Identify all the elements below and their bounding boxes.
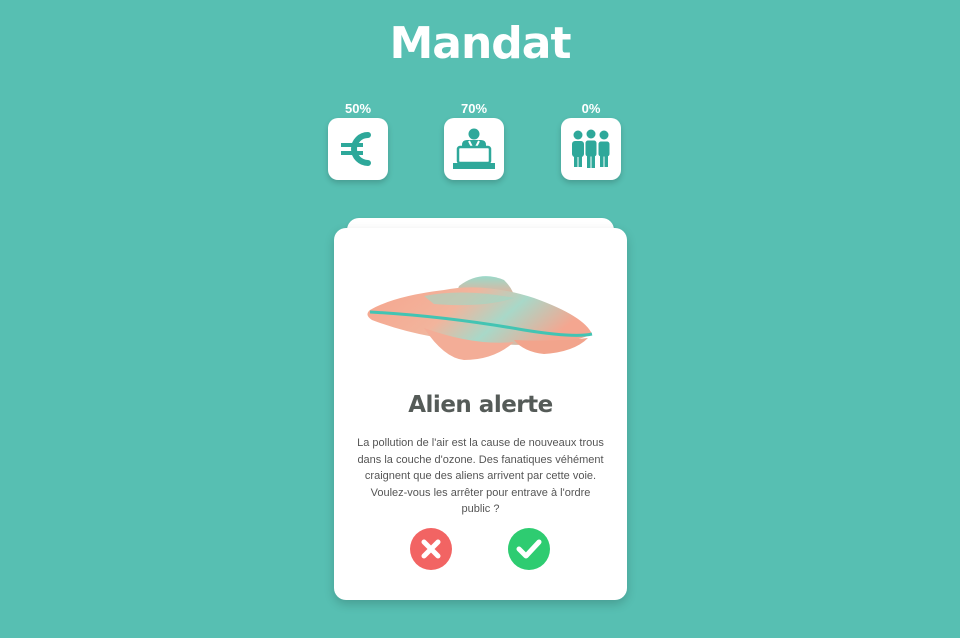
gauge-politics: 70% xyxy=(444,100,504,180)
gauge-politics-box xyxy=(444,118,504,180)
card-title: Alien alerte xyxy=(408,392,553,418)
gauge-population: 0% xyxy=(561,100,621,180)
card-description: La pollution de l'air est la cause de no… xyxy=(357,437,604,515)
event-card[interactable]: Alien alerte La pollution de l'air est l… xyxy=(334,228,627,600)
gauge-economy: 50% xyxy=(328,100,388,180)
gauge-economy-box xyxy=(328,118,388,180)
people-group-icon xyxy=(572,129,611,168)
gauge-population-box xyxy=(561,118,621,180)
podium-speaker-icon xyxy=(453,128,495,169)
ufo-image xyxy=(367,276,593,360)
accept-button[interactable] xyxy=(508,528,550,570)
close-icon xyxy=(421,539,441,559)
reject-button[interactable] xyxy=(410,528,452,570)
app-title: Mandat xyxy=(389,18,571,69)
gauge-population-percent: 0% xyxy=(581,101,601,116)
gauge-economy-percent: 50% xyxy=(344,101,372,116)
euro-icon xyxy=(341,132,371,166)
check-icon xyxy=(516,539,542,559)
gauge-bar: 50% 70% 0% xyxy=(0,100,960,190)
gauge-politics-percent: 70% xyxy=(460,101,488,116)
